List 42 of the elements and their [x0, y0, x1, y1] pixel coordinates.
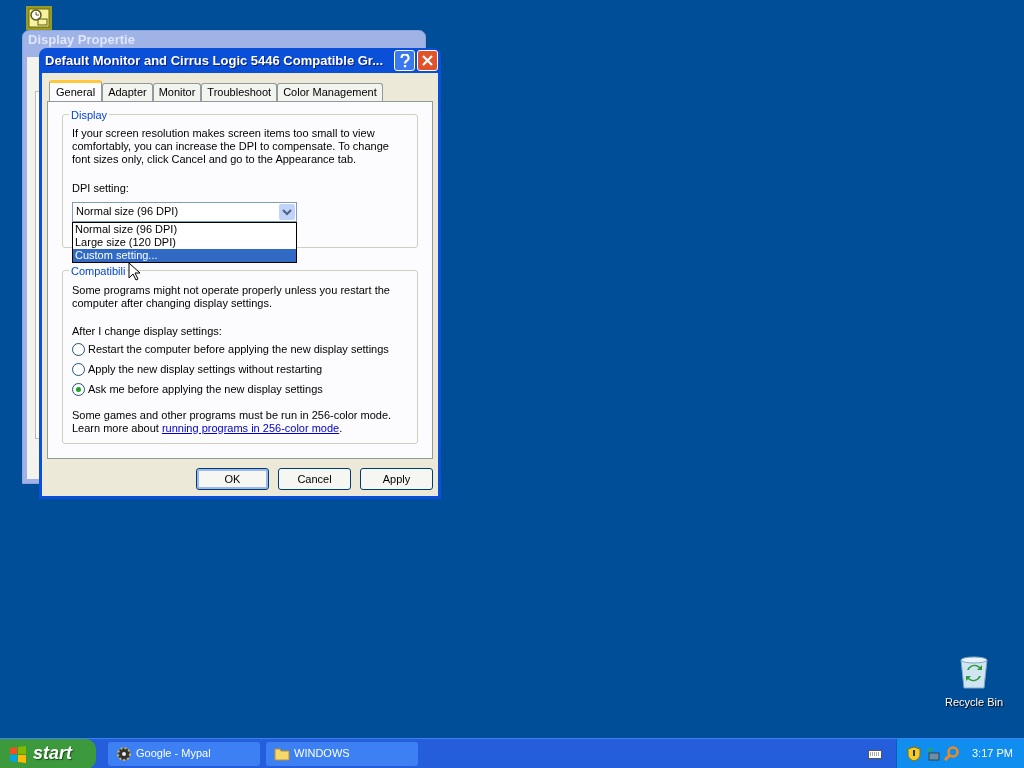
dropdown-option[interactable]: Large size (120 DPI): [73, 235, 296, 249]
clock-document-icon[interactable]: [25, 5, 53, 31]
radio-button[interactable]: [72, 383, 85, 396]
help-link[interactable]: running programs in 256-color mode: [161, 421, 340, 434]
radio-option[interactable]: Restart the computer before applying the new display settings: [72, 342, 408, 357]
description-text: Some programs might not operate properly unless you restart the computer after changing display settings.: [72, 284, 391, 310]
close-icon: [422, 55, 433, 66]
close-button[interactable]: [417, 50, 438, 71]
field-label: DPI setting:: [72, 181, 130, 196]
dialog-button[interactable]: Cancel: [278, 468, 351, 490]
clock: 3:17 PM: [972, 746, 1013, 762]
radio-button[interactable]: [72, 363, 85, 376]
window-title: Display Propertie: [28, 33, 135, 47]
taskbar-button[interactable]: WINDOWS: [266, 741, 418, 766]
help-icon: [399, 53, 410, 68]
keyboard-icon[interactable]: [868, 748, 882, 759]
radio-option[interactable]: Ask me before applying the new display settings: [72, 382, 408, 397]
windows-logo-icon: [8, 744, 28, 763]
taskbar-button[interactable]: Google - Mypal: [108, 741, 260, 766]
tab[interactable]: General: [49, 80, 103, 101]
folder-icon: [274, 746, 290, 761]
tab[interactable]: Color Management: [277, 83, 383, 101]
dropdown[interactable]: Normal size (96 DPI): [72, 201, 297, 222]
dropdown-option[interactable]: Normal size (96 DPI): [73, 222, 296, 236]
dialog-button[interactable]: OK: [196, 468, 269, 490]
help-button[interactable]: [394, 50, 415, 71]
recycle-bin-icon[interactable]: [959, 656, 989, 690]
tab[interactable]: Adapter: [102, 83, 153, 101]
radio-option[interactable]: Apply the new display settings without restarting: [72, 362, 408, 377]
start-button[interactable]: start: [0, 738, 96, 768]
tab[interactable]: Monitor: [152, 83, 202, 101]
gear-icon: [116, 745, 132, 762]
dropdown-option[interactable]: Custom setting...: [73, 248, 296, 262]
desktop-icon-label[interactable]: Recycle Bin: [944, 694, 1004, 711]
shield-icon[interactable]: [907, 745, 921, 762]
dialog-button[interactable]: Apply: [360, 468, 433, 490]
note-text: Some games and other programs must be run in 256-color mode. Learn more about running programs in 256-color mode.: [72, 408, 393, 435]
window-title: Default Monitor and Cirrus Logic 5446 Compatible Gr...: [45, 51, 385, 70]
description-text: If your screen resolution makes screen items too small to view comfortably, you can increase the DPI to compensate. To change font sizes only, click Cancel and go to the Appearance tab.: [72, 127, 390, 166]
field-label: After I change display settings:: [72, 324, 223, 339]
tab[interactable]: Troubleshoot: [201, 83, 278, 101]
radio-button[interactable]: [72, 343, 85, 356]
